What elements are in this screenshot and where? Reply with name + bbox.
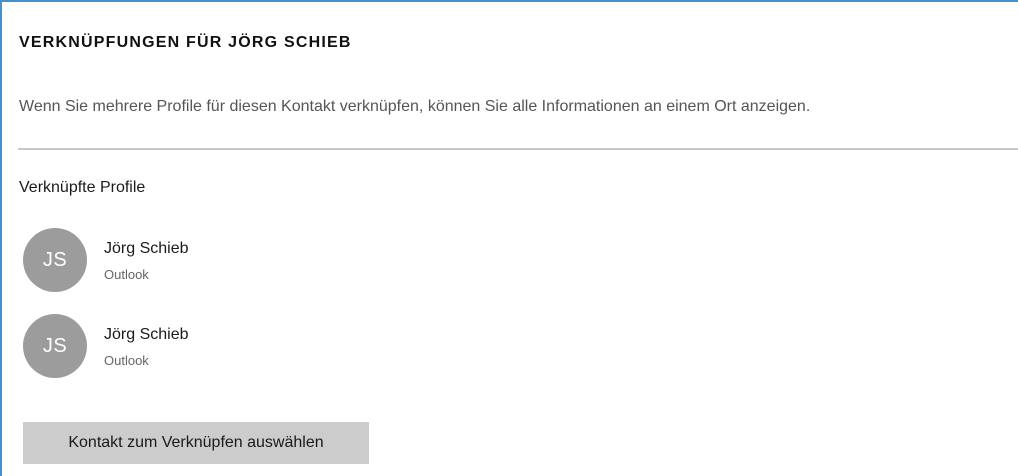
profile-name: Jörg Schieb [104, 326, 189, 343]
profile-source: Outlook [104, 353, 149, 368]
profile-name: Jörg Schieb [104, 240, 189, 257]
linked-profiles-heading: Verknüpfte Profile [19, 179, 146, 196]
profile-source: Outlook [104, 267, 149, 282]
panel-description: Wenn Sie mehrere Profile für diesen Kont… [19, 98, 811, 115]
linked-profile-item[interactable]: JS Jörg Schieb Outlook [23, 314, 423, 378]
avatar: JS [23, 228, 87, 292]
avatar: JS [23, 314, 87, 378]
avatar-initials: JS [42, 248, 68, 271]
section-divider [18, 148, 1018, 150]
linked-profiles-panel: VERKNÜPFUNGEN FÜR JÖRG SCHIEB Wenn Sie m… [0, 0, 1018, 476]
linked-profile-item[interactable]: JS Jörg Schieb Outlook [23, 228, 423, 292]
panel-title: VERKNÜPFUNGEN FÜR JÖRG SCHIEB [19, 34, 352, 51]
avatar-initials: JS [42, 334, 68, 357]
select-contact-to-link-button[interactable]: Kontakt zum Verknüpfen auswählen [23, 422, 369, 464]
